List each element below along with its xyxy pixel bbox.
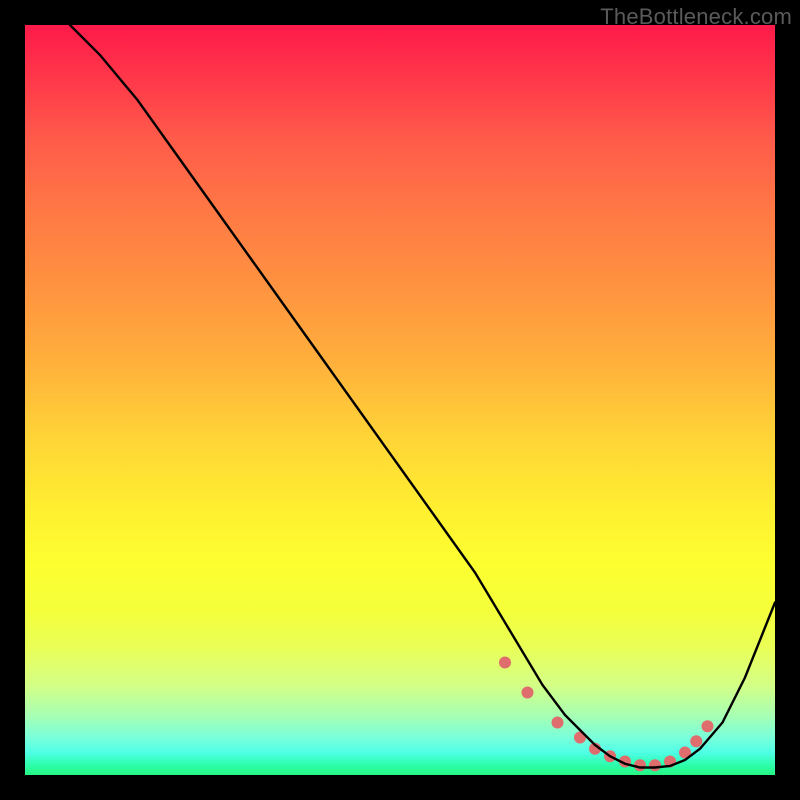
chart-frame: TheBottleneck.com (0, 0, 800, 800)
marker-dot (522, 687, 534, 699)
marker-dot (649, 759, 661, 771)
marker-dot (690, 735, 702, 747)
marker-dot (552, 717, 564, 729)
plot-gradient-background (25, 25, 775, 775)
marker-dot (499, 657, 511, 669)
marker-dot (702, 720, 714, 732)
chart-svg (25, 25, 775, 775)
bottleneck-curve-path (70, 25, 775, 768)
